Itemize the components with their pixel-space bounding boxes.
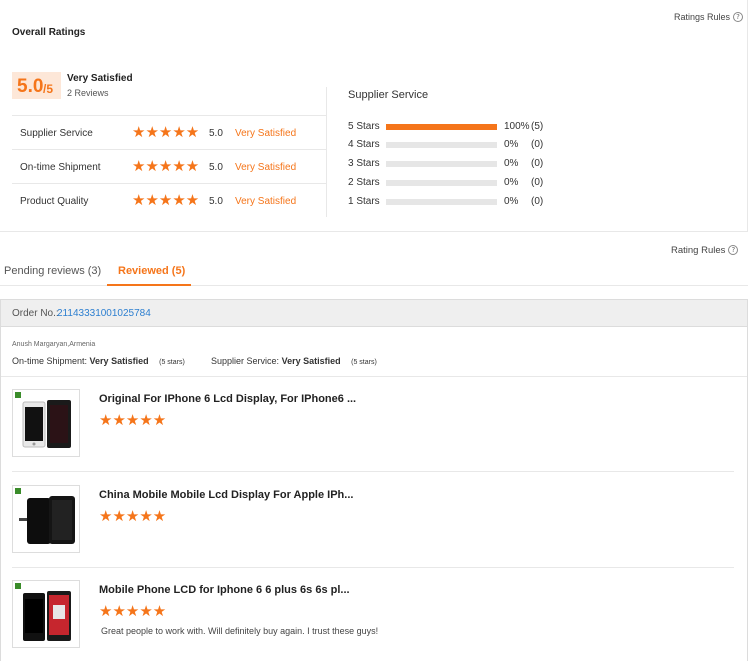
product-title-link[interactable]: Original For IPhone 6 Lcd Display, For I…	[99, 393, 356, 405]
overall-ratings-title: Overall Ratings	[12, 27, 86, 38]
product-review-item: Original For IPhone 6 Lcd Display, For I…	[12, 389, 734, 469]
category-label: Product Quality	[20, 196, 89, 207]
active-tab-indicator	[107, 284, 191, 286]
overall-label: Very Satisfied	[67, 73, 133, 84]
ontime-shipment-summary: On-time Shipment: Very Satisfied (5 star…	[12, 356, 185, 366]
category-score: 5.0	[209, 128, 223, 139]
progress-track	[386, 142, 497, 148]
phone-screen-image	[15, 488, 75, 544]
product-divider	[12, 567, 734, 568]
breakdown-count: (0)	[531, 158, 544, 169]
ratings-rules-link[interactable]: Ratings Rules?	[674, 12, 744, 22]
service-stars: (5 stars)	[351, 359, 377, 366]
star-rating: ★★★★★	[99, 603, 167, 620]
rating-rules-link[interactable]: Rating Rules?	[671, 245, 739, 256]
phone-screen-image	[15, 392, 71, 448]
breakdown-count: (0)	[531, 196, 544, 207]
overall-score: 5.0	[17, 76, 44, 97]
ontime-label: On-time Shipment:	[12, 356, 88, 366]
product-thumbnail[interactable]	[12, 389, 80, 457]
progress-track	[386, 199, 497, 205]
breakdown-percent: 0%	[504, 158, 519, 169]
supplier-service-summary: Supplier Service: Very Satisfied (5 star…	[211, 356, 377, 366]
category-row-ontime-shipment: On-time Shipment ★★★★★ 5.0 Very Satisfie…	[12, 149, 326, 183]
rating-rules-label: Rating Rules	[671, 245, 726, 256]
tab-pending-reviews[interactable]: Pending reviews (3)	[4, 265, 101, 277]
breakdown-count: (0)	[531, 139, 544, 150]
review-comment: Great people to work with. Will definite…	[101, 626, 379, 636]
category-desc: Very Satisfied	[235, 162, 297, 173]
category-row-supplier-service: Supplier Service ★★★★★ 5.0 Very Satisfie…	[12, 115, 326, 149]
star-rating: ★★★★★	[132, 158, 200, 175]
star-rating: ★★★★★	[132, 192, 200, 209]
category-label: Supplier Service	[20, 128, 93, 139]
vertical-divider	[326, 87, 327, 217]
breakdown-label: 2 Stars	[348, 177, 380, 188]
progress-fill	[386, 124, 497, 130]
breakdown-label: 3 Stars	[348, 158, 380, 169]
order-review-body: Anush Margaryan,Armenia On-time Shipment…	[0, 327, 748, 661]
star-rating: ★★★★★	[132, 124, 200, 141]
section-divider	[1, 376, 747, 377]
order-number-label: Order No.:	[12, 308, 59, 319]
order-number-link[interactable]: 21143331001025784	[57, 308, 151, 319]
category-score: 5.0	[209, 196, 223, 207]
star-rating: ★★★★★	[99, 508, 167, 525]
help-icon: ?	[728, 245, 739, 255]
help-icon: ?	[733, 12, 744, 22]
breakdown-title: Supplier Service	[348, 89, 429, 101]
order-header: Order No.: 21143331001025784	[0, 299, 748, 327]
product-thumbnail[interactable]	[12, 580, 80, 648]
ontime-stars: (5 stars)	[159, 359, 185, 366]
phone-screen-image	[15, 583, 71, 641]
tab-reviewed[interactable]: Reviewed (5)	[118, 265, 185, 277]
overall-ratings-card: Overall Ratings Ratings Rules? 5.0 /5 Ve…	[0, 0, 748, 232]
breakdown-count: (5)	[531, 121, 544, 132]
service-value: Very Satisfied	[281, 356, 341, 366]
product-review-item: China Mobile Mobile Lcd Display For Appl…	[12, 485, 734, 565]
breakdown-percent: 0%	[504, 139, 519, 150]
ontime-value: Very Satisfied	[89, 356, 149, 366]
breakdown-label: 5 Stars	[348, 121, 380, 132]
breakdown-percent: 100%	[504, 121, 530, 132]
product-review-item: Mobile Phone LCD for Iphone 6 6 plus 6s …	[12, 580, 734, 660]
category-row-product-quality: Product Quality ★★★★★ 5.0 Very Satisfied	[12, 183, 326, 217]
progress-track	[386, 124, 497, 130]
product-thumbnail[interactable]	[12, 485, 80, 553]
star-rating: ★★★★★	[99, 412, 167, 429]
category-desc: Very Satisfied	[235, 128, 297, 139]
breakdown-percent: 0%	[504, 196, 519, 207]
service-label: Supplier Service:	[211, 356, 280, 366]
category-score: 5.0	[209, 162, 223, 173]
overall-score-badge: 5.0 /5	[12, 72, 61, 99]
breakdown-label: 4 Stars	[348, 139, 380, 150]
ratings-rules-label: Ratings Rules	[674, 12, 731, 22]
breakdown-count: (0)	[531, 177, 544, 188]
category-desc: Very Satisfied	[235, 196, 297, 207]
progress-track	[386, 161, 497, 167]
overall-review-count: 2 Reviews	[67, 88, 109, 98]
breakdown-label: 1 Stars	[348, 196, 380, 207]
product-title-link[interactable]: Mobile Phone LCD for Iphone 6 6 plus 6s …	[99, 584, 350, 596]
buyer-name: Anush Margaryan,Armenia	[12, 341, 96, 348]
breakdown-percent: 0%	[504, 177, 519, 188]
product-divider	[12, 471, 734, 472]
progress-track	[386, 180, 497, 186]
overall-score-suffix: /5	[43, 82, 54, 96]
category-label: On-time Shipment	[20, 162, 101, 173]
product-title-link[interactable]: China Mobile Mobile Lcd Display For Appl…	[99, 489, 353, 501]
